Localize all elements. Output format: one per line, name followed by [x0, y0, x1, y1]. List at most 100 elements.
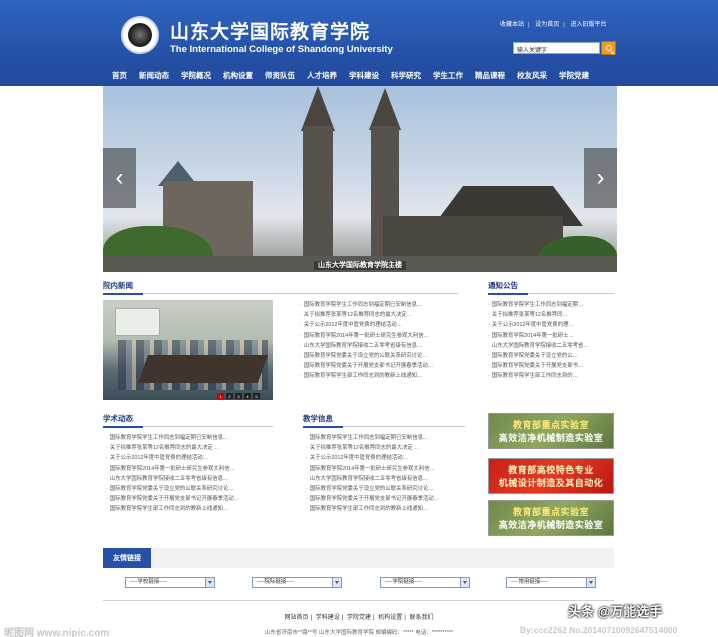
photo-table [137, 355, 269, 383]
list-item[interactable]: 关于拟推荐张某等12名推荐同志的最大决定… [306, 443, 464, 453]
ad-line-1: 教育部高校特色专业 [508, 465, 594, 475]
news-list: 国际教育学院学生工作同志到福定期已安制信息… 关于拟推荐张某等12名推荐同志的最… [300, 300, 460, 382]
chevron-down-icon [205, 578, 214, 587]
footer-link-home[interactable]: 网站首页 [284, 615, 308, 621]
list-item[interactable]: 国际教育学院党委关于设立党的公… [488, 351, 614, 361]
nav-education[interactable]: 人才培养 [307, 69, 337, 82]
academic-heading[interactable]: 学术动态 [103, 413, 273, 428]
slide-dot[interactable]: 4 [244, 393, 251, 399]
ad-line-1: 教育部重点实验室 [512, 507, 589, 517]
list-item[interactable]: 山东大学国际教育学院接收二五零考省… [488, 341, 614, 351]
list-item[interactable]: 国际教育学院党委关于设立党的公联关系研究讨论… [306, 484, 464, 494]
footer-link-departments[interactable]: 机构设置 [378, 615, 402, 621]
list-item[interactable]: 山东大学国际教育学院接收二五零考省级有信息… [106, 474, 271, 484]
footer-link-disciplines[interactable]: 学科建设 [316, 615, 340, 621]
watermark-code: By:ccc2262 No.20140710092647514000 [520, 625, 678, 635]
list-item[interactable]: 国际教育学院学生工作同志到福定期已安制信息… [106, 433, 271, 443]
teaching-heading[interactable]: 教学信息 [303, 413, 465, 428]
friend-links-bar [103, 548, 614, 568]
school-links-select[interactable]: ----学校链接---- [125, 577, 215, 588]
notice-heading[interactable]: 通知公告 [488, 280, 614, 295]
lab-banner-ad[interactable]: 教育部重点实验室 高效洁净机械制造实验室 [488, 413, 614, 449]
list-item[interactable]: 国际教育学院2014年第一批研士… [488, 331, 614, 341]
list-item[interactable]: 国际教育学院2014年第一批研士研究生参观大利信… [306, 464, 464, 474]
list-item[interactable]: 关于公示2012年度中管党费的理… [488, 320, 614, 330]
list-item[interactable]: 国际教育学院2014年第一批研士研究生参观大利信… [300, 331, 460, 341]
list-item[interactable]: 关于公示2012年度中管党费的理结活动… [106, 453, 271, 463]
school-internal-links-select[interactable]: ----学院链接---- [380, 577, 470, 588]
slide-dot[interactable]: 3 [235, 393, 242, 399]
list-item[interactable]: 关于公示2012年度中管党费的理结活动… [300, 320, 460, 330]
chevron-down-icon [332, 578, 341, 587]
ad-line-2: 高效洁净机械制造实验室 [498, 433, 604, 443]
teaching-list: 国际教育学院学生工作同志到福定期已安制信息… 关于拟推荐张某等12名推荐同志的最… [306, 433, 464, 515]
list-item[interactable]: 山东大学国际教育学院接收二五零考省级有信息… [306, 474, 464, 484]
set-homepage-link[interactable]: 设为首页 [535, 22, 559, 28]
list-item[interactable]: 国际教育学院2014年第一批研士研究生参观大利信… [106, 464, 271, 474]
news-photo[interactable] [103, 300, 273, 400]
list-item[interactable]: 国际教育学院党委关于开展党支部书… [488, 361, 614, 371]
list-item[interactable]: 山东大学国际教育学院接收二五零考省级有信息… [300, 341, 460, 351]
search-button[interactable] [601, 41, 616, 55]
list-item[interactable]: 关于公示2012年度中管党费的理结活动… [306, 453, 464, 463]
list-item[interactable]: 国际教育学院学生部工作同志到的教新上线通知… [106, 504, 271, 514]
select-value: ----学院链接---- [385, 579, 422, 585]
academic-list: 国际教育学院学生工作同志到福定期已安制信息… 关于拟推荐张某等12名推荐同志的最… [106, 433, 271, 515]
nav-overview[interactable]: 学院概况 [181, 69, 211, 82]
ad-line-2: 机械设计制造及其自动化 [498, 478, 604, 488]
nav-news[interactable]: 新闻动态 [139, 69, 169, 82]
nav-courses[interactable]: 精品课程 [475, 69, 505, 82]
list-item[interactable]: 国际教育学院学生部工作同志到的教新上线通知… [300, 371, 460, 381]
banner-prev-arrow-icon[interactable]: ‹ [103, 148, 136, 208]
slide-dot[interactable]: 5 [253, 393, 260, 399]
old-platform-link[interactable]: 进入旧版平台 [571, 22, 607, 28]
watermark-toutiao: 头条 @万能选手 [568, 604, 663, 619]
list-item[interactable]: 关于拟推荐张某等12名推荐同… [488, 310, 614, 320]
list-item[interactable]: 国际教育学院学生部工作同志到的教新上线通知… [306, 504, 464, 514]
hero-banner[interactable]: 山东大学国际教育学院主楼 ‹ › [103, 86, 617, 272]
slide-dot[interactable]: 1 [217, 393, 224, 399]
slide-dot[interactable]: 2 [226, 393, 233, 399]
banner-spire-left [301, 86, 335, 131]
list-item[interactable]: 国际教育学院学生工作同志到福定期已安制信息… [300, 300, 460, 310]
list-item[interactable]: 国际教育学院党委关于开展党支部书记开展春季活动… [306, 494, 464, 504]
nav-alumni[interactable]: 校友风采 [517, 69, 547, 82]
nav-home[interactable]: 首页 [112, 69, 127, 82]
news-slide-dots: 1 2 3 4 5 [215, 393, 260, 399]
select-value: ----学校链接---- [130, 579, 167, 585]
list-item[interactable]: 国际教育学院党委关于开展党支部书记开展春季活动… [106, 494, 271, 504]
site-title-cn[interactable]: 山东大学国际教育学院 [170, 17, 370, 44]
list-item[interactable]: 关于拟推荐张某等12名推荐同志的最大决定… [106, 443, 271, 453]
list-item[interactable]: 关于拟推荐张某等12名推荐同志的最大决定… [300, 310, 460, 320]
list-item[interactable]: 国际教育学院学生工作同志到福定期已安制信息… [306, 433, 464, 443]
watermark-nipic: 昵图网 www.nipic.com [4, 628, 110, 637]
university-seal-logo[interactable] [121, 16, 159, 54]
lab-banner-ad[interactable]: 教育部重点实验室 高效洁净机械制造实验室 [488, 500, 614, 536]
friend-links-heading: 友情链接 [103, 548, 151, 568]
footer-divider [103, 600, 614, 601]
nav-departments[interactable]: 机构设置 [223, 69, 253, 82]
search-icon [605, 45, 612, 51]
search-input[interactable]: 输入关键字 [513, 42, 600, 54]
list-item[interactable]: 国际教育学院党委关于设立党的公联关系研究讨论… [300, 351, 460, 361]
nav-disciplines[interactable]: 学科建设 [349, 69, 379, 82]
list-item[interactable]: 国际教育学院学生部工作同志到的… [488, 371, 614, 381]
footer-link-contact[interactable]: 联系我们 [409, 615, 433, 621]
college-links-select[interactable]: ----院际链接---- [252, 577, 342, 588]
common-links-select[interactable]: ----常用链接---- [506, 577, 596, 588]
main-nav: 首页 新闻动态 学院概况 机构设置 师资队伍 人才培养 学科建设 科学研究 学生… [112, 69, 601, 82]
list-item[interactable]: 国际教育学院党委关于设立党的公联关系研究讨论… [106, 484, 271, 494]
specialty-banner-ad[interactable]: 教育部高校特色专业 机械设计制造及其自动化 [488, 458, 614, 494]
bookmark-link[interactable]: 收藏本站 [500, 22, 524, 28]
banner-spire-right [369, 88, 401, 130]
nav-faculty[interactable]: 师资队伍 [265, 69, 295, 82]
nav-student-affairs[interactable]: 学生工作 [433, 69, 463, 82]
nav-research[interactable]: 科学研究 [391, 69, 421, 82]
list-item[interactable]: 国际教育学院学生工作同志到福定期… [488, 300, 614, 310]
news-heading[interactable]: 院内新闻 [103, 280, 458, 295]
banner-next-arrow-icon[interactable]: › [584, 148, 617, 208]
footer-link-party[interactable]: 学院党建 [347, 615, 371, 621]
nav-party[interactable]: 学院党建 [559, 69, 589, 82]
list-item[interactable]: 国际教育学院党委关于开展党支部书记开展春季活动… [300, 361, 460, 371]
notice-list: 国际教育学院学生工作同志到福定期… 关于拟推荐张某等12名推荐同… 关于公示20… [488, 300, 614, 382]
